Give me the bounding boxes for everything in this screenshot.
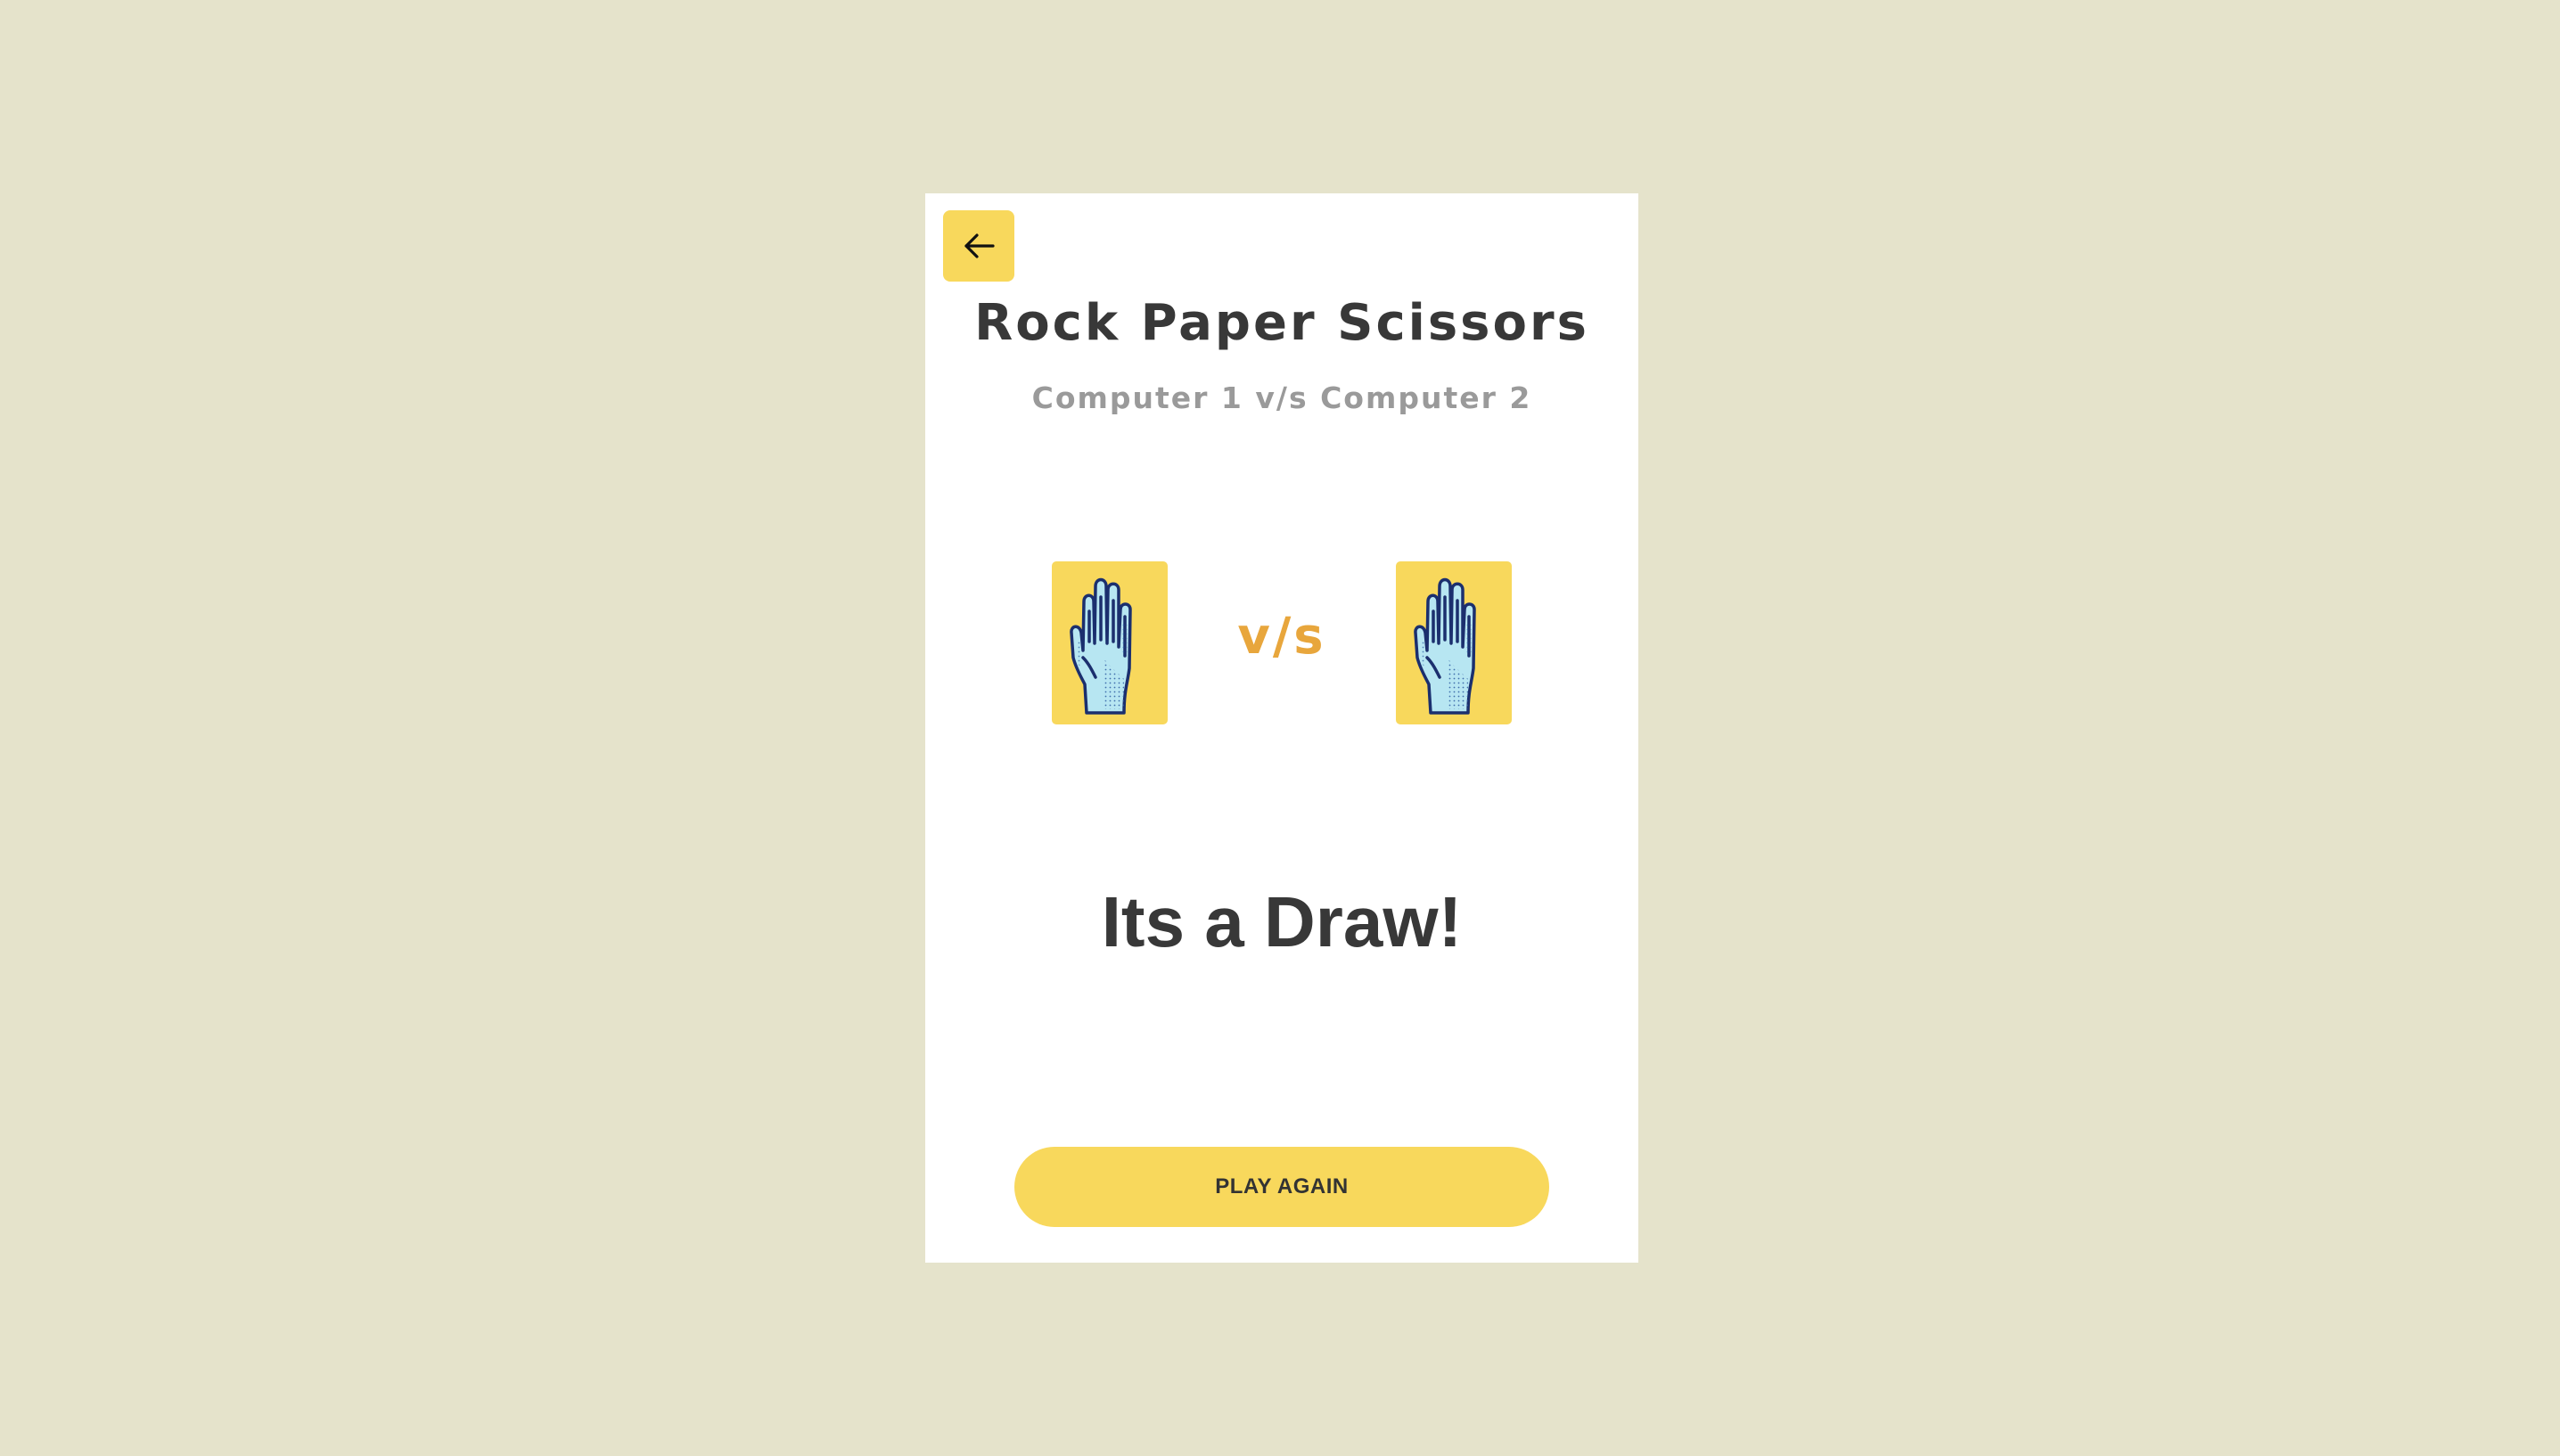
page-title: Rock Paper Scissors — [974, 294, 1589, 352]
paper-hand-icon — [1414, 577, 1476, 715]
player2-choice-card — [1396, 561, 1512, 724]
back-button[interactable] — [943, 210, 1014, 282]
arrow-left-icon — [964, 233, 995, 258]
player1-choice-card — [1052, 561, 1168, 724]
versus-label: v/s — [1237, 608, 1326, 666]
page-subtitle: Computer 1 v/s Computer 2 — [1031, 380, 1532, 415]
result-message: Its a Draw! — [1101, 882, 1463, 961]
paper-hand-icon — [1070, 577, 1132, 715]
game-card: Rock Paper Scissors Computer 1 v/s Compu… — [925, 193, 1638, 1263]
play-again-button[interactable]: PLAY AGAIN — [1014, 1147, 1549, 1227]
